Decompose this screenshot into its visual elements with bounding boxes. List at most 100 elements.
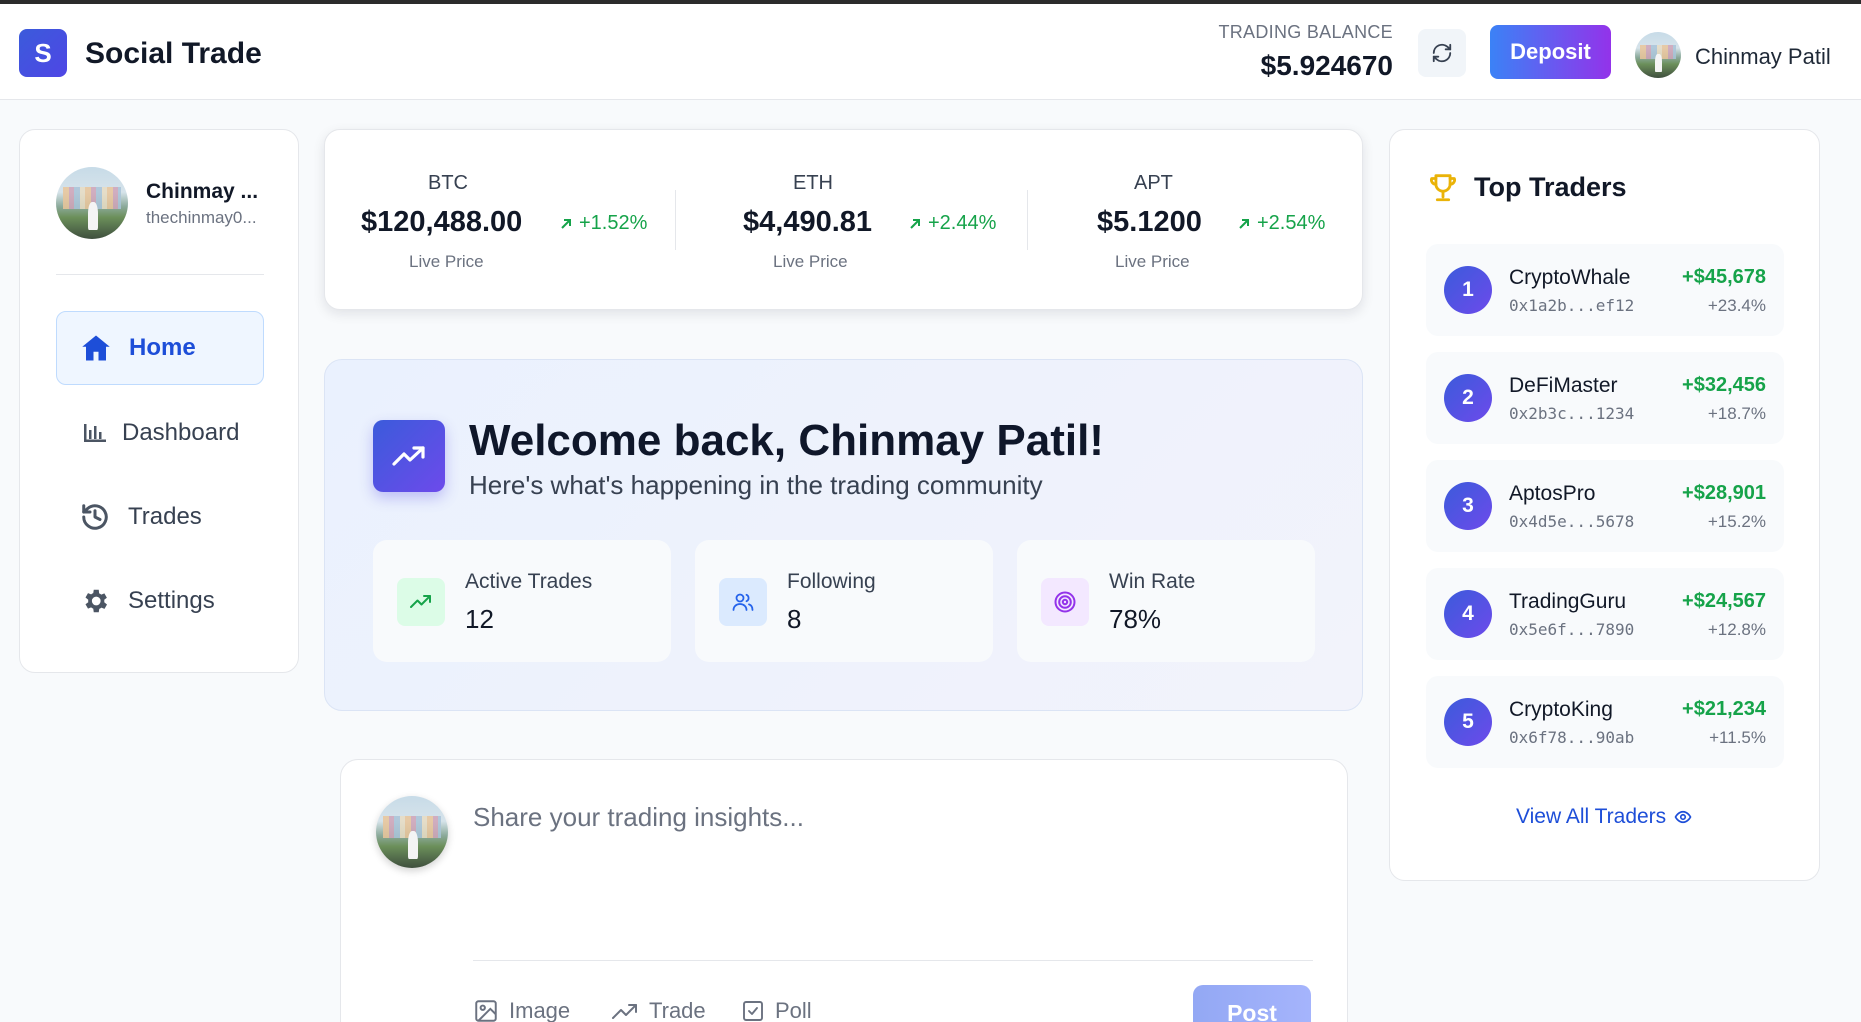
ticker-note: Live Price	[1115, 252, 1190, 271]
ticker-item-btc[interactable]: BTC $120,488.00 +1.52% Live Price	[325, 130, 675, 311]
trader-rank: 4	[1444, 590, 1492, 638]
trader-name: CryptoKing	[1509, 698, 1613, 721]
view-all-traders-link[interactable]: View All Traders	[1516, 805, 1692, 829]
ticker-item-eth[interactable]: ETH $4,490.81 +2.44% Live Price	[675, 130, 1027, 311]
trader-address: 0x5e6f...7890	[1509, 620, 1635, 639]
target-icon	[1041, 578, 1089, 626]
composer-action-label: Trade	[649, 998, 706, 1022]
trending-up-icon	[612, 1004, 637, 1019]
price-ticker: BTC $120,488.00 +1.52% Live Price ETH $4…	[324, 129, 1363, 310]
arrow-up-right-icon	[561, 218, 571, 229]
ticker-symbol: ETH	[793, 172, 833, 194]
app-title[interactable]: Social Trade	[85, 37, 262, 71]
ticker-price: $5.1200	[1097, 206, 1202, 238]
trader-name: CryptoWhale	[1509, 266, 1631, 289]
sidebar-item-dashboard[interactable]: Dashboard	[56, 396, 264, 470]
trader-row[interactable]: 1 CryptoWhale 0x1a2b...ef12 +$45,678 +23…	[1426, 244, 1784, 336]
trader-name: AptosPro	[1509, 482, 1596, 505]
sidebar-item-label: Trades	[128, 503, 202, 530]
refresh-balance-button[interactable]	[1418, 29, 1466, 77]
ticker-change: +2.44%	[908, 212, 996, 235]
stat-value: 12	[465, 604, 494, 634]
welcome-title: Welcome back, Chinmay Patil!	[469, 416, 1104, 465]
ticker-item-apt[interactable]: APT $5.1200 +2.54% Live Price	[1027, 130, 1364, 311]
arrow-up-right-icon	[1239, 218, 1249, 229]
trader-percent: +18.7%	[1707, 404, 1766, 423]
trader-percent: +23.4%	[1707, 296, 1766, 315]
trader-percent: +11.5%	[1709, 728, 1766, 747]
composer-avatar	[376, 796, 448, 868]
bar-chart-icon	[80, 418, 110, 448]
stat-card-active-trades[interactable]: Active Trades 12	[373, 540, 671, 662]
sidebar: Chinmay ... thechinmay0... Home Dashboar…	[19, 129, 299, 673]
users-icon	[719, 578, 767, 626]
trader-profit: +$21,234	[1682, 698, 1766, 720]
attach-poll-button[interactable]: Poll	[741, 998, 812, 1022]
sidebar-item-label: Dashboard	[122, 419, 240, 446]
post-input[interactable]	[473, 802, 1313, 932]
trader-profit: +$45,678	[1682, 266, 1766, 288]
ticker-symbol: APT	[1134, 172, 1173, 194]
home-icon	[81, 333, 111, 363]
attach-image-button[interactable]: Image	[473, 998, 570, 1022]
ticker-price: $4,490.81	[743, 206, 873, 238]
app-logo[interactable]: S	[19, 29, 67, 77]
trader-name: TradingGuru	[1509, 590, 1627, 613]
poll-icon	[743, 1001, 763, 1021]
trader-address: 0x1a2b...ef12	[1509, 296, 1635, 315]
trader-row[interactable]: 2 DeFiMaster 0x2b3c...1234 +$32,456 +18.…	[1426, 352, 1784, 444]
view-all-label: View All Traders	[1516, 805, 1667, 828]
balance-value: $5.924670	[1260, 50, 1393, 81]
image-icon	[475, 1000, 497, 1022]
trader-percent: +15.2%	[1707, 512, 1766, 531]
top-traders-panel: Top Traders 1 CryptoWhale 0x1a2b...ef12 …	[1389, 129, 1820, 881]
stat-card-win-rate[interactable]: Win Rate 78%	[1017, 540, 1315, 662]
composer-action-label: Image	[509, 998, 571, 1022]
ticker-change-value: +2.44%	[928, 212, 997, 234]
trader-row[interactable]: 4 TradingGuru 0x5e6f...7890 +$24,567 +12…	[1426, 568, 1784, 660]
ticker-change-value: +2.54%	[1257, 212, 1326, 234]
gear-icon	[80, 586, 110, 616]
deposit-button[interactable]: Deposit	[1490, 25, 1611, 79]
trader-rank: 5	[1444, 698, 1492, 746]
sidebar-item-label: Home	[129, 334, 196, 361]
top-header: S Social Trade TRADING BALANCE $5.924670…	[0, 4, 1861, 100]
eye-icon	[1674, 810, 1692, 824]
stat-label: Win Rate	[1109, 570, 1196, 593]
trader-address: 0x6f78...90ab	[1509, 728, 1635, 747]
ticker-change: +1.52%	[559, 212, 647, 235]
stat-card-following[interactable]: Following 8	[695, 540, 993, 662]
trader-rank: 3	[1444, 482, 1492, 530]
refresh-icon	[1432, 43, 1452, 63]
header-username[interactable]: Chinmay Patil	[1695, 44, 1831, 70]
trader-profit: +$32,456	[1682, 374, 1766, 396]
sidebar-item-settings[interactable]: Settings	[56, 564, 264, 638]
trader-profit: +$24,567	[1682, 590, 1766, 612]
user-avatar[interactable]	[1635, 32, 1681, 78]
trophy-icon	[1430, 174, 1456, 202]
trader-profit: +$28,901	[1682, 482, 1766, 504]
post-button[interactable]: Post	[1193, 985, 1311, 1022]
attach-trade-button[interactable]: Trade	[611, 998, 706, 1022]
composer-divider	[473, 960, 1313, 961]
profile-avatar[interactable]	[56, 167, 128, 239]
ticker-price: $120,488.00	[361, 206, 523, 238]
logo-letter: S	[34, 37, 52, 68]
sidebar-item-trades[interactable]: Trades	[56, 480, 264, 554]
ticker-symbol: BTC	[428, 172, 468, 194]
top-traders-header: Top Traders	[1426, 170, 1627, 204]
trader-rank: 1	[1444, 266, 1492, 314]
profile-name: Chinmay ...	[146, 180, 259, 203]
trader-row[interactable]: 3 AptosPro 0x4d5e...5678 +$28,901 +15.2%	[1426, 460, 1784, 552]
welcome-panel: Welcome back, Chinmay Patil! Here's what…	[324, 359, 1363, 711]
sidebar-divider	[56, 274, 264, 275]
trader-address: 0x2b3c...1234	[1509, 404, 1635, 423]
trending-up-icon	[397, 578, 445, 626]
ticker-note: Live Price	[409, 252, 484, 271]
trader-row[interactable]: 5 CryptoKing 0x6f78...90ab +$21,234 +11.…	[1426, 676, 1784, 768]
trader-name: DeFiMaster	[1509, 374, 1618, 397]
sidebar-item-home[interactable]: Home	[56, 311, 264, 385]
composer-action-label: Poll	[775, 998, 812, 1022]
top-traders-title: Top Traders	[1474, 171, 1627, 202]
history-icon	[80, 502, 110, 532]
